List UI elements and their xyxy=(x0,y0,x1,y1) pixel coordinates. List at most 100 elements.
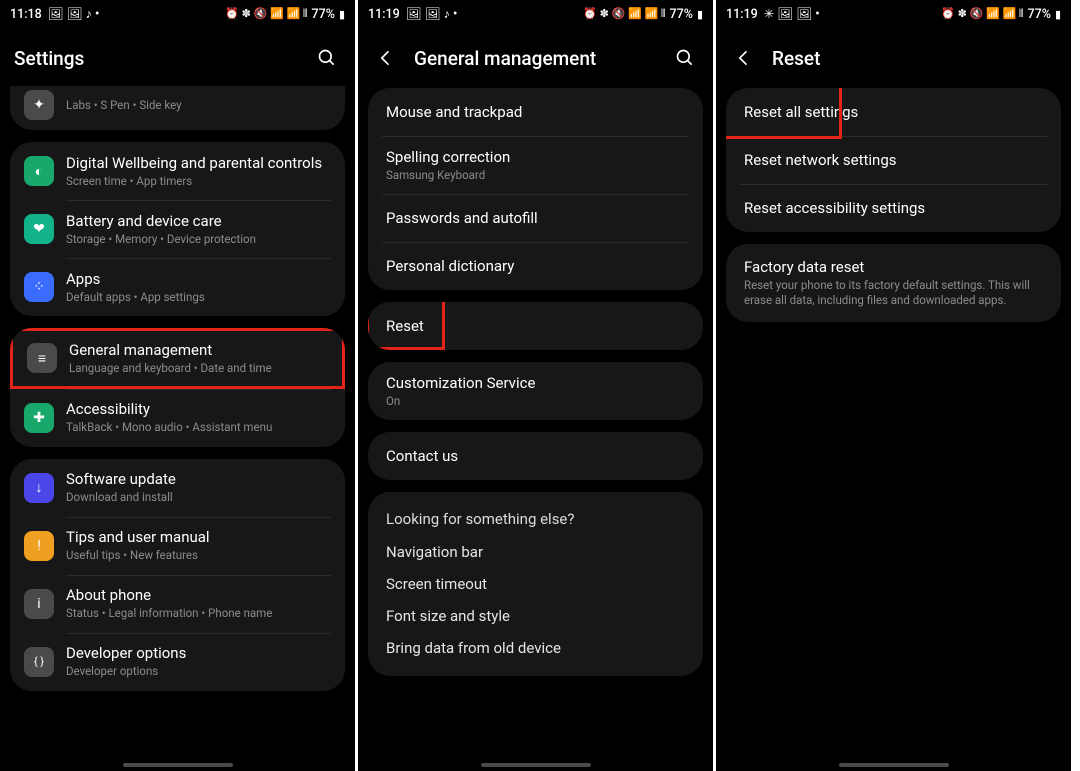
item-title: Software update xyxy=(66,470,176,488)
settings-item-tips[interactable]: ! Tips and user manual Useful tips • New… xyxy=(10,517,345,575)
status-time: 11:19 xyxy=(368,7,400,22)
status-bar: 11:18 🖼 🖼 ♪ • ⏰ ✽ 🔇 📶 📶 ⫴ 77% ▮ xyxy=(0,0,355,28)
settings-item-advanced[interactable]: ✦ Labs • S Pen • Side key xyxy=(10,86,345,130)
item-title: Battery and device care xyxy=(66,212,256,230)
item-title: Factory data reset xyxy=(744,258,1047,276)
link-bring-data[interactable]: Bring data from old device xyxy=(368,632,703,664)
reset-group-factory: Factory data reset Reset your phone to i… xyxy=(726,244,1061,322)
settings-item-about[interactable]: i About phone Status • Legal information… xyxy=(10,575,345,633)
gm-group-reset: Reset xyxy=(368,302,703,350)
item-subtitle: Download and install xyxy=(66,490,176,505)
apps-icon: ⁘ xyxy=(24,272,54,302)
item-title: General management xyxy=(69,341,272,359)
status-time: 11:19 xyxy=(726,7,758,22)
item-subtitle: TalkBack • Mono audio • Assistant menu xyxy=(66,420,272,435)
item-title: Reset network settings xyxy=(744,151,897,169)
item-subtitle: Labs • S Pen • Side key xyxy=(66,98,182,113)
search-button[interactable] xyxy=(313,44,341,72)
settings-item-software-update[interactable]: ↓ Software update Download and install xyxy=(10,459,345,517)
gm-group-links: Looking for something else? Navigation b… xyxy=(368,492,703,676)
back-button[interactable] xyxy=(730,44,758,72)
item-title: Reset accessibility settings xyxy=(744,199,925,217)
item-title: Accessibility xyxy=(66,400,272,418)
item-subtitle: Status • Legal information • Phone name xyxy=(66,606,272,621)
link-screen-timeout[interactable]: Screen timeout xyxy=(368,568,703,600)
settings-item-developer[interactable]: { } Developer options Developer options xyxy=(10,633,345,691)
item-title: Tips and user manual xyxy=(66,528,210,546)
settings-item-general-management[interactable]: ≡ General management Language and keyboa… xyxy=(10,328,345,389)
battery-care-icon: ❤ xyxy=(24,214,54,244)
item-title: Spelling correction xyxy=(386,148,510,166)
item-subtitle: Storage • Memory • Device protection xyxy=(66,232,256,247)
status-bar: 11:19 ✳ 🖼 🖼 • ⏰ ✽ 🔇 📶 📶 ⫴ 77% ▮ xyxy=(716,0,1071,28)
software-update-icon: ↓ xyxy=(24,473,54,503)
general-management-screen: 11:19 🖼 🖼 ♪ • ⏰ ✽ 🔇 📶 📶 ⫴ 77% ▮ General … xyxy=(358,0,716,771)
reset-screen: 11:19 ✳ 🖼 🖼 • ⏰ ✽ 🔇 📶 📶 ⫴ 77% ▮ Reset Re… xyxy=(716,0,1074,771)
item-subtitle: Default apps • App settings xyxy=(66,290,205,305)
link-label: Screen timeout xyxy=(386,575,487,593)
item-subtitle: Language and keyboard • Date and time xyxy=(69,361,272,376)
nav-handle[interactable] xyxy=(839,763,949,767)
gm-item-spelling[interactable]: Spelling correction Samsung Keyboard xyxy=(368,136,703,194)
item-subtitle: Reset your phone to its factory default … xyxy=(744,278,1047,308)
gm-item-dictionary[interactable]: Personal dictionary xyxy=(368,242,703,290)
battery-icon: ▮ xyxy=(1055,8,1061,21)
status-left-icons: 🖼 🖼 ♪ • xyxy=(406,7,458,22)
gm-group-contact: Contact us xyxy=(368,432,703,480)
settings-group-general: ≡ General management Language and keyboa… xyxy=(10,328,345,447)
app-header: Reset xyxy=(716,28,1071,88)
status-right-icons: ⏰ ✽ 🔇 📶 📶 ⫴ xyxy=(583,7,665,21)
status-left-icons: ✳ 🖼 🖼 • xyxy=(764,6,820,22)
status-battery: 77% xyxy=(1028,7,1051,22)
reset-item-accessibility[interactable]: Reset accessibility settings xyxy=(726,184,1061,232)
settings-item-battery[interactable]: ❤ Battery and device care Storage • Memo… xyxy=(10,200,345,258)
settings-group-update: ↓ Software update Download and install !… xyxy=(10,459,345,691)
status-left-icons: 🖼 🖼 ♪ • xyxy=(48,7,100,22)
about-phone-icon: i xyxy=(24,589,54,619)
tips-icon: ! xyxy=(24,531,54,561)
search-icon xyxy=(675,48,695,68)
app-header: General management xyxy=(358,28,713,88)
nav-handle[interactable] xyxy=(481,763,591,767)
gm-item-reset[interactable]: Reset xyxy=(368,302,703,350)
link-navigation-bar[interactable]: Navigation bar xyxy=(368,536,703,568)
item-title: About phone xyxy=(66,586,272,604)
settings-item-apps[interactable]: ⁘ Apps Default apps • App settings xyxy=(10,258,345,316)
reset-item-network[interactable]: Reset network settings xyxy=(726,136,1061,184)
wellbeing-icon: ◐ xyxy=(24,156,54,186)
gm-item-contact[interactable]: Contact us xyxy=(368,432,703,480)
search-button[interactable] xyxy=(671,44,699,72)
gm-group-input: Mouse and trackpad Spelling correction S… xyxy=(368,88,703,290)
link-label: Font size and style xyxy=(386,607,510,625)
advanced-icon: ✦ xyxy=(24,90,54,120)
search-icon xyxy=(317,48,337,68)
item-title: Passwords and autofill xyxy=(386,209,538,227)
accessibility-icon: ✚ xyxy=(24,403,54,433)
item-subtitle: Useful tips • New features xyxy=(66,548,210,563)
status-battery: 77% xyxy=(670,7,693,22)
gm-group-customization: Customization Service On xyxy=(368,362,703,420)
item-title: Digital Wellbeing and parental controls xyxy=(66,154,322,172)
reset-item-factory[interactable]: Factory data reset Reset your phone to i… xyxy=(726,244,1061,322)
item-title: Apps xyxy=(66,270,205,288)
status-bar: 11:19 🖼 🖼 ♪ • ⏰ ✽ 🔇 📶 📶 ⫴ 77% ▮ xyxy=(358,0,713,28)
back-button[interactable] xyxy=(372,44,400,72)
item-subtitle: Developer options xyxy=(66,664,186,679)
settings-item-wellbeing[interactable]: ◐ Digital Wellbeing and parental control… xyxy=(10,142,345,200)
settings-item-accessibility[interactable]: ✚ Accessibility TalkBack • Mono audio • … xyxy=(10,389,345,447)
battery-icon: ▮ xyxy=(339,8,345,21)
gm-item-passwords[interactable]: Passwords and autofill xyxy=(368,194,703,242)
gm-item-mouse[interactable]: Mouse and trackpad xyxy=(368,88,703,136)
item-title: Contact us xyxy=(386,447,458,465)
status-time: 11:18 xyxy=(10,7,42,22)
nav-handle[interactable] xyxy=(123,763,233,767)
link-font-size[interactable]: Font size and style xyxy=(368,600,703,632)
back-icon xyxy=(734,48,754,68)
item-title: Developer options xyxy=(66,644,186,662)
reset-item-all-settings[interactable]: Reset all settings xyxy=(726,88,1061,136)
item-subtitle: Samsung Keyboard xyxy=(386,168,510,183)
status-battery: 77% xyxy=(312,7,335,22)
gm-item-customization[interactable]: Customization Service On xyxy=(368,362,703,420)
item-title: Mouse and trackpad xyxy=(386,103,522,121)
settings-group-care: ◐ Digital Wellbeing and parental control… xyxy=(10,142,345,316)
